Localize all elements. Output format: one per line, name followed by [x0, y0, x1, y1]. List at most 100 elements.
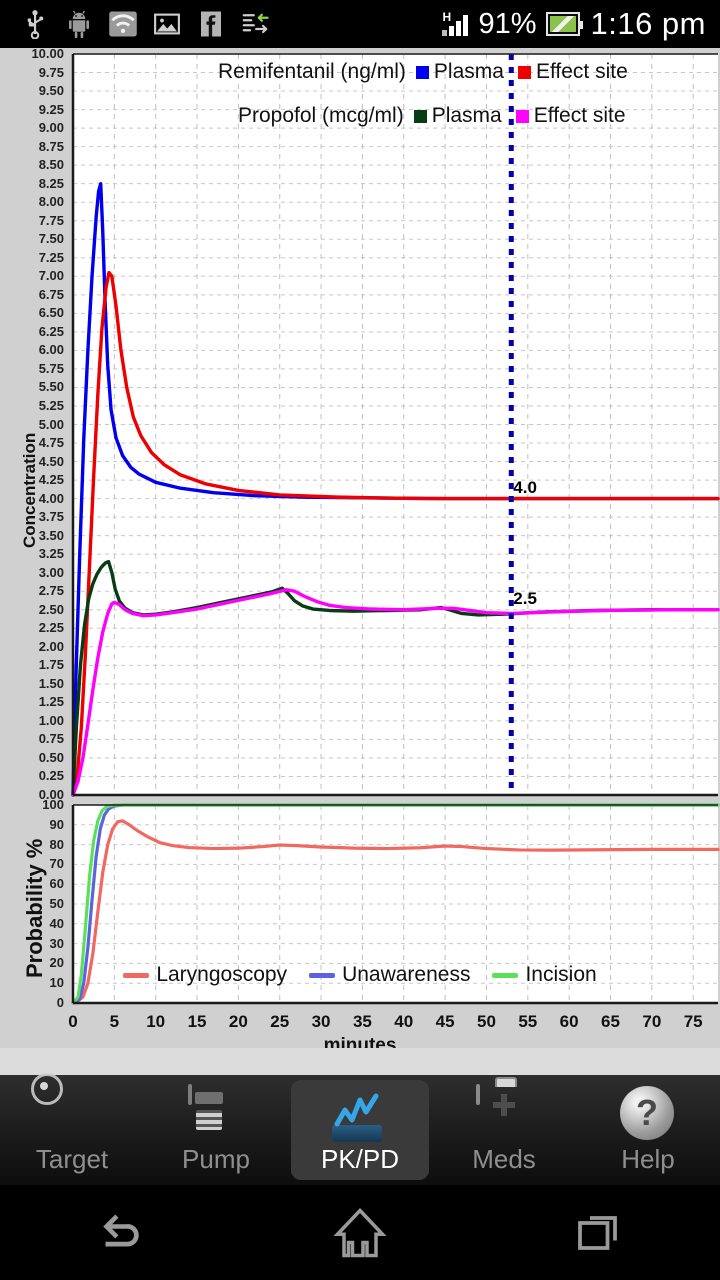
x-tick: 70: [642, 1012, 662, 1031]
concentration-ytick: 9.75: [38, 64, 64, 80]
recents-button[interactable]: [480, 1185, 720, 1280]
wifi-icon: [109, 11, 137, 37]
android-nav-bar: [0, 1185, 720, 1280]
concentration-ytick: 1.50: [38, 675, 64, 691]
concentration-ytick: 9.00: [38, 120, 64, 136]
legend-plasma-label: Plasma: [431, 104, 502, 127]
x-tick: 50: [476, 1012, 496, 1031]
recent-apps-icon: [578, 1215, 617, 1250]
x-tick: 20: [228, 1012, 248, 1031]
infusion-pump-icon: [188, 1083, 244, 1142]
concentration-ytick: 1.25: [38, 694, 64, 710]
tab-label: Meds: [472, 1143, 536, 1174]
x-tick: 15: [187, 1012, 207, 1031]
legend-row-remifentanil: Remifentanil (ng/ml) Plasma Effect site: [218, 60, 642, 84]
app-root: H 91% 1:16 pm 10.00 9.75 9.50 9.25 9.00 8.75 8…: [0, 0, 720, 1280]
facebook-icon: [201, 11, 221, 37]
concentration-ytick: 2.75: [38, 583, 64, 599]
clock-label: 1:16 pm: [590, 6, 706, 41]
panel-spacer: [0, 1048, 720, 1075]
prob-legend-item: Unawareness: [309, 963, 470, 987]
question-mark-icon: ?: [620, 1085, 676, 1142]
concentration-ytick: 8.50: [38, 157, 64, 173]
legend-plasma-swatch: [415, 65, 429, 79]
legend-plasma: Plasma: [413, 104, 502, 128]
concentration-ytick: 6.50: [38, 305, 64, 321]
concentration-ytick: 7.25: [38, 249, 64, 265]
tab-pump[interactable]: Pump: [147, 1080, 285, 1180]
concentration-ytick: 3.00: [38, 564, 64, 580]
prob-legend-label: Unawareness: [342, 963, 471, 986]
prob-legend-label: Laryngoscopy: [156, 963, 288, 986]
android-icon: [69, 10, 89, 39]
concentration-ytick: 0.25: [38, 768, 64, 784]
tab-label: Target: [35, 1143, 109, 1174]
status-bar-left-icons: [20, 9, 270, 39]
line-chart-icon: [332, 1086, 388, 1142]
concentration-ytick: 8.25: [38, 175, 64, 191]
concentration-ytick: 5.00: [38, 416, 64, 432]
chart-canvas: 10.00 9.75 9.50 9.25 9.00 8.75 8.50 8.25 8.00 7.7…: [0, 47, 720, 1056]
legend-effect-label: Effect site: [533, 104, 626, 127]
target-icon: [44, 1086, 100, 1142]
prob-legend-swatch: [492, 972, 519, 978]
tab-target[interactable]: Target: [3, 1080, 141, 1180]
status-bar-right-icons: H 91% 1:16 pm: [442, 6, 706, 42]
x-tick: 60: [559, 1012, 579, 1031]
marker-value-label: 2.5: [513, 588, 537, 608]
concentration-ytick: 1.75: [38, 657, 64, 673]
concentration-ytick: 7.00: [38, 268, 64, 284]
concentration-ytick: 2.50: [38, 601, 64, 617]
medical-kit-icon: [476, 1083, 532, 1142]
concentration-ytick: 6.25: [38, 323, 64, 339]
legend-effect-swatch: [515, 109, 529, 123]
probability-ytick: 0: [56, 995, 64, 1010]
concentration-ytick: 2.25: [38, 620, 64, 636]
back-arrow-icon: [103, 1214, 139, 1246]
prob-legend-swatch: [123, 972, 150, 978]
x-tick: 0: [68, 1012, 78, 1031]
concentration-ytick: 8.75: [38, 138, 64, 154]
probability-legend: Laryngoscopy Unawareness Incision: [0, 963, 720, 987]
x-tick: 35: [352, 1012, 372, 1031]
x-tick: 40: [394, 1012, 414, 1031]
concentration-ytick: 5.25: [38, 397, 64, 413]
concentration-ytick: 3.25: [38, 546, 64, 562]
probability-axis-title: Probability %: [22, 838, 47, 978]
legend-drug-label: Remifentanil (ng/ml): [218, 60, 406, 83]
concentration-ytick: 5.75: [38, 360, 64, 376]
battery-percent-label: 91%: [478, 7, 537, 40]
home-icon: [333, 1207, 387, 1257]
legend-effect-swatch: [517, 65, 531, 79]
tab-help[interactable]: ? Help: [579, 1080, 717, 1180]
legend-plasma-label: Plasma: [433, 60, 504, 83]
tab-meds[interactable]: Meds: [435, 1080, 573, 1180]
gallery-icon: [154, 13, 180, 35]
x-tick: 55: [518, 1012, 538, 1031]
x-tick: 25: [270, 1012, 290, 1031]
concentration-ytick: 0.50: [38, 749, 64, 765]
chart-svg: [71, 53, 720, 1005]
legend-effect: Effect site: [515, 104, 626, 128]
legend-plasma-swatch: [413, 109, 427, 123]
back-button[interactable]: [0, 1185, 240, 1280]
x-tick: 30: [311, 1012, 331, 1031]
legend-row-propofol: Propofol (mcg/ml) Plasma Effect site: [238, 104, 640, 128]
sync-list-icon: [242, 13, 269, 34]
signal-strength-icon: H: [442, 10, 469, 36]
tab-pkpd[interactable]: PK/PD: [291, 1080, 429, 1180]
prob-legend-item: Laryngoscopy: [123, 963, 287, 987]
home-button[interactable]: [240, 1185, 480, 1280]
concentration-ytick: 9.25: [38, 101, 64, 117]
marker-value-label: 4.0: [513, 477, 537, 497]
x-tick: 65: [601, 1012, 620, 1031]
status-bar: H 91% 1:16 pm: [0, 0, 720, 48]
probability-ytick: 90: [49, 816, 64, 832]
legend-plasma: Plasma: [415, 60, 504, 84]
tab-label: Help: [621, 1143, 675, 1174]
bottom-tab-bar: Target Pump PK/PD Meds? Help: [0, 1075, 720, 1185]
prob-legend-label: Incision: [525, 963, 597, 986]
prob-legend-swatch: [309, 972, 336, 978]
tab-label: Pump: [182, 1143, 250, 1174]
pkpd-chart-panel: 10.00 9.75 9.50 9.25 9.00 8.75 8.50 8.25 8.00 7.7…: [0, 47, 720, 1056]
